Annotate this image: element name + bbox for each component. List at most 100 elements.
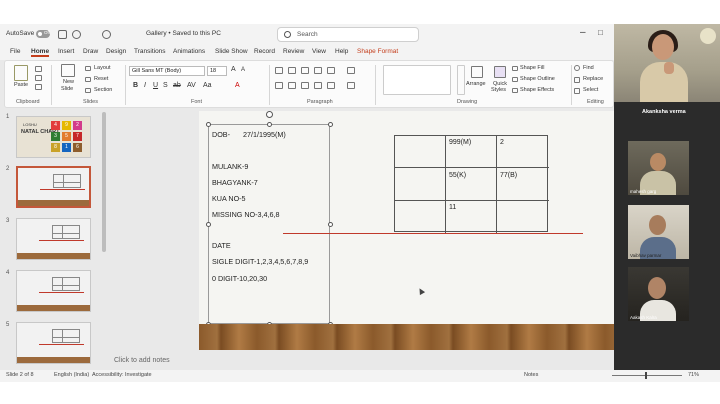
thumbnail-slide-2[interactable]	[16, 166, 91, 208]
language-status[interactable]: English (India)	[54, 372, 89, 378]
section-button[interactable]: Section	[94, 87, 112, 93]
justify-icon[interactable]	[314, 82, 322, 89]
tab-help[interactable]: Help	[335, 48, 348, 55]
participant-tile[interactable]: Aakash Kalra	[628, 267, 689, 321]
tab-transitions[interactable]: Transitions	[134, 48, 166, 55]
shrink-font-icon[interactable]: A	[241, 67, 245, 73]
increase-indent-icon[interactable]	[314, 67, 322, 74]
thumbnail-slide-5[interactable]	[16, 322, 91, 364]
tab-home[interactable]: Home	[31, 48, 50, 57]
new-slide-label-2[interactable]: Slide	[61, 86, 73, 92]
tab-file[interactable]: File	[10, 48, 20, 55]
resize-handle[interactable]	[267, 122, 272, 127]
zoom-slider-thumb[interactable]	[645, 372, 647, 379]
font-color-icon[interactable]: A	[235, 82, 240, 89]
paste-icon[interactable]	[14, 65, 28, 81]
copy-icon[interactable]	[35, 75, 42, 81]
tab-view[interactable]: View	[312, 48, 326, 55]
rotate-handle[interactable]	[266, 111, 273, 118]
cut-icon[interactable]	[35, 66, 42, 72]
thumbnail-slide-4[interactable]	[16, 270, 91, 312]
thumbnail-slide-3[interactable]	[16, 218, 91, 260]
text-direction-icon[interactable]	[347, 67, 355, 74]
redo-icon[interactable]	[102, 30, 111, 39]
font-family-dropdown[interactable]: Gill Sans MT (Body)	[129, 66, 205, 76]
change-case-icon[interactable]: Aa	[203, 82, 212, 89]
tab-slide-show[interactable]: Slide Show	[215, 48, 248, 55]
tab-shape-format[interactable]: Shape Format	[357, 48, 398, 55]
align-text-icon[interactable]	[347, 82, 355, 89]
tab-insert[interactable]: Insert	[58, 48, 74, 55]
tab-design[interactable]: Design	[106, 48, 126, 55]
select-button[interactable]: Select	[583, 87, 598, 93]
thumbnail-scrollbar[interactable]	[102, 112, 106, 252]
shadow-icon[interactable]: S	[163, 82, 168, 89]
shape-fill-icon[interactable]	[512, 66, 518, 71]
reset-icon[interactable]	[85, 77, 91, 82]
tab-review[interactable]: Review	[283, 48, 304, 55]
shape-outline-button[interactable]: Shape Outline	[520, 76, 555, 82]
tab-record[interactable]: Record	[254, 48, 275, 55]
shape-outline-icon[interactable]	[512, 77, 518, 82]
zoom-level[interactable]: 71%	[688, 372, 699, 378]
zoom-slider[interactable]	[612, 375, 682, 376]
numbering-icon[interactable]	[288, 67, 296, 74]
paste-button-label[interactable]: Paste	[14, 82, 28, 88]
maximize-icon[interactable]: □	[598, 28, 603, 37]
accessibility-status[interactable]: Accessibility: Investigate	[92, 372, 152, 378]
decrease-indent-icon[interactable]	[301, 67, 309, 74]
text-box-selection[interactable]	[208, 124, 330, 324]
select-icon[interactable]	[574, 88, 580, 94]
resize-handle[interactable]	[206, 122, 211, 127]
shape-effects-button[interactable]: Shape Effects	[520, 87, 554, 93]
layout-icon[interactable]	[85, 66, 91, 71]
arrange-icon[interactable]	[471, 66, 483, 78]
shapes-gallery-scroll[interactable]	[457, 65, 465, 95]
undo-icon[interactable]	[72, 30, 81, 39]
notes-placeholder[interactable]: Click to add notes	[114, 357, 170, 364]
replace-icon[interactable]	[574, 77, 580, 83]
slide-canvas[interactable]: DOB- 27/1/1995(M) MULANK-9 BHAGYANK-7 KU…	[199, 111, 622, 350]
shape-effects-icon[interactable]	[512, 88, 518, 93]
save-icon[interactable]	[58, 30, 67, 39]
resize-handle[interactable]	[328, 222, 333, 227]
find-icon[interactable]	[574, 65, 580, 71]
notes-button[interactable]: Notes	[524, 372, 538, 378]
resize-handle[interactable]	[206, 222, 211, 227]
format-painter-icon[interactable]	[35, 84, 42, 90]
line-spacing-icon[interactable]	[327, 67, 335, 74]
align-left-icon[interactable]	[275, 82, 283, 89]
resize-handle[interactable]	[328, 122, 333, 127]
underline-icon[interactable]: U	[153, 82, 158, 89]
shape-fill-button[interactable]: Shape Fill	[520, 65, 544, 71]
participant-tile[interactable]: mahesh garg	[628, 141, 689, 195]
align-right-icon[interactable]	[301, 82, 309, 89]
thumbnail-slide-1[interactable]: NATAL CHART LOSHU 4 9 2 3 5 7 8 1 6	[16, 116, 91, 158]
quick-styles-label-2[interactable]: Styles	[491, 87, 506, 93]
tab-draw[interactable]: Draw	[83, 48, 98, 55]
char-spacing-icon[interactable]: AV	[187, 82, 196, 89]
participant-tile[interactable]: Vaibhav parmar	[628, 205, 689, 259]
find-button[interactable]: Find	[583, 65, 594, 71]
replace-button[interactable]: Replace	[583, 76, 603, 82]
search-box[interactable]: Search	[277, 27, 419, 42]
section-icon[interactable]	[85, 88, 91, 93]
minimize-icon[interactable]: –	[580, 27, 586, 38]
tab-animations[interactable]: Animations	[173, 48, 205, 55]
bullets-icon[interactable]	[275, 67, 283, 74]
shapes-gallery[interactable]	[383, 65, 451, 95]
align-center-icon[interactable]	[288, 82, 296, 89]
bold-icon[interactable]: B	[133, 82, 138, 89]
reset-button[interactable]: Reset	[94, 76, 108, 82]
document-title[interactable]: Gallery • Saved to this PC	[146, 30, 221, 37]
new-slide-label[interactable]: New	[63, 79, 74, 85]
layout-button[interactable]: Layout	[94, 65, 111, 71]
strikethrough-icon[interactable]: ab	[173, 82, 181, 89]
italic-icon[interactable]: I	[144, 82, 146, 89]
arrange-button[interactable]: Arrange	[466, 81, 486, 87]
new-slide-icon[interactable]	[61, 64, 75, 77]
font-size-dropdown[interactable]: 18	[207, 66, 227, 76]
columns-icon[interactable]	[327, 82, 335, 89]
grow-font-icon[interactable]: A	[231, 66, 236, 73]
quick-styles-icon[interactable]	[494, 66, 506, 78]
